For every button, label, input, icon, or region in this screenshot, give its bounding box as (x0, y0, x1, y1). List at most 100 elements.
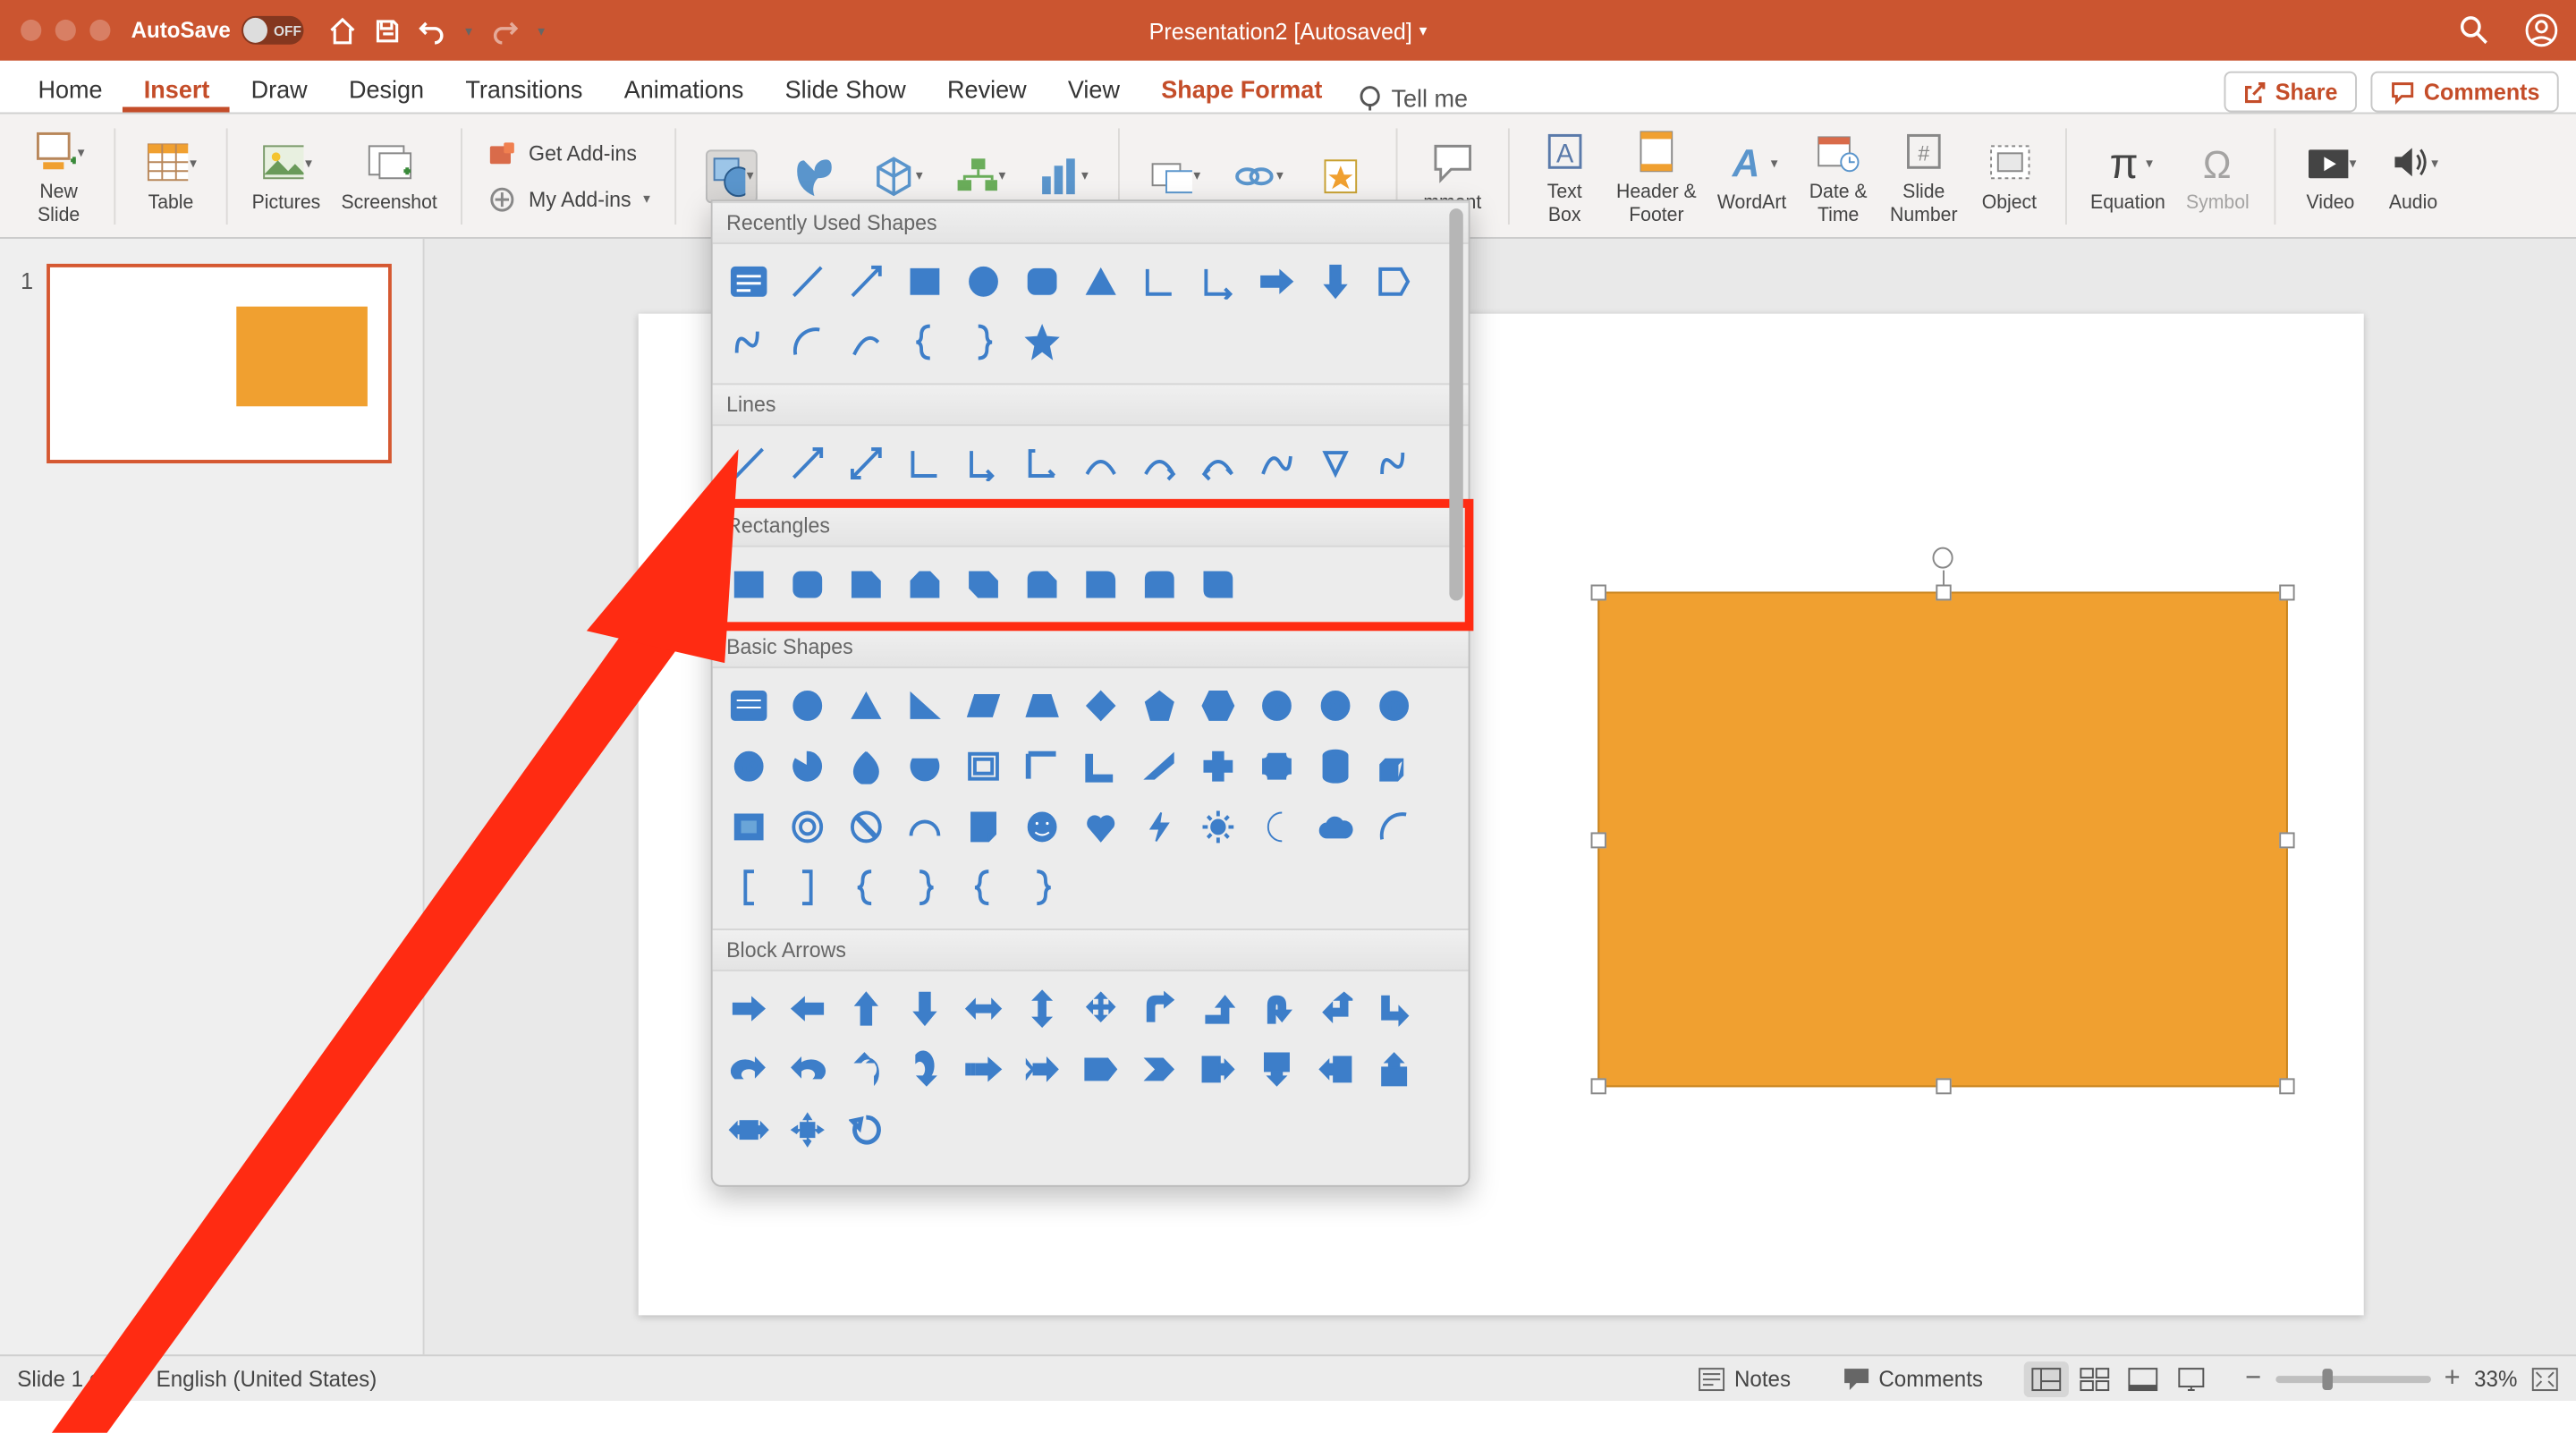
rect-round2-diag[interactable] (1192, 558, 1244, 612)
zoom-button[interactable]: ▾ (1137, 145, 1213, 206)
rect-snip2-same[interactable] (899, 558, 951, 612)
basic-donut[interactable] (782, 801, 834, 854)
basic-hexagon[interactable] (1192, 679, 1244, 733)
screenshot-button[interactable]: Screenshot (335, 132, 445, 218)
slideshow-view-button[interactable] (2169, 1361, 2214, 1396)
line-elbow[interactable] (899, 437, 951, 490)
zoom-in-button[interactable]: + (2445, 1362, 2461, 1395)
rect-round2-same[interactable] (1133, 558, 1185, 612)
tab-shape-format[interactable]: Shape Format (1140, 68, 1343, 113)
undo-dropdown[interactable]: ▾ (465, 22, 472, 38)
search-icon[interactable] (2459, 14, 2490, 47)
sb-comments-button[interactable]: Comments (1832, 1362, 1993, 1395)
basic-oval[interactable] (782, 679, 834, 733)
basic-heart[interactable] (1075, 801, 1127, 854)
basic-octagon[interactable]: 8 (1309, 679, 1361, 733)
line-curve-tool[interactable] (1251, 437, 1303, 490)
zoom-percent[interactable]: 33% (2474, 1366, 2517, 1391)
basic-triangle[interactable] (840, 679, 892, 733)
slide-thumbnail-1[interactable]: 1 (21, 264, 402, 463)
shape-elbow[interactable] (1133, 255, 1185, 309)
notes-button[interactable]: Notes (1688, 1362, 1801, 1395)
arrow-callout-quad[interactable] (782, 1103, 834, 1157)
basic-teardrop[interactable] (840, 740, 892, 793)
rect-snip1[interactable] (840, 558, 892, 612)
basic-sun[interactable] (1192, 801, 1244, 854)
smartart-button[interactable]: ▾ (942, 145, 1018, 206)
arrow-bent-up[interactable] (1192, 982, 1244, 1036)
arrow-curved-down[interactable] (899, 1043, 951, 1097)
line-elbow-arrow[interactable] (958, 437, 1010, 490)
dropdown-scrollbar[interactable] (1447, 208, 1464, 1178)
header-footer-button[interactable]: Header & Footer (1609, 122, 1703, 229)
redo-icon[interactable] (489, 17, 519, 44)
basic-can[interactable] (1309, 740, 1361, 793)
chart-button[interactable]: ▾ (1024, 145, 1100, 206)
basic-plaque[interactable] (1251, 740, 1303, 793)
slide-counter[interactable]: Slide 1 of 1 (17, 1366, 125, 1391)
tab-transitions[interactable]: Transitions (445, 68, 603, 113)
shape-oval[interactable] (958, 255, 1010, 309)
basic-pentagon[interactable] (1133, 679, 1185, 733)
reading-view-button[interactable] (2121, 1361, 2165, 1396)
basic-trapezoid[interactable] (1016, 679, 1068, 733)
basic-right-triangle[interactable] (899, 679, 951, 733)
icons-button[interactable] (776, 145, 852, 206)
video-button[interactable]: ▾Video (2292, 132, 2368, 218)
comments-button[interactable]: Comments (2370, 72, 2559, 113)
line-curved-double[interactable] (1192, 437, 1244, 490)
basic-brace-both-r[interactable] (1016, 861, 1068, 914)
arrow-quad[interactable] (1075, 982, 1127, 1036)
basic-frame[interactable] (958, 740, 1010, 793)
arrow-chevron[interactable] (1133, 1043, 1185, 1097)
shape-flowchart[interactable] (1368, 255, 1420, 309)
shape-line[interactable] (782, 255, 834, 309)
shape-rectangle[interactable] (899, 255, 951, 309)
audio-button[interactable]: ▾Audio (2376, 132, 2452, 218)
action-button[interactable] (1302, 145, 1378, 206)
shape-triangle[interactable] (1075, 255, 1127, 309)
rect-rounded[interactable] (782, 558, 834, 612)
equation-button[interactable]: π▾Equation (2083, 132, 2172, 218)
shape-scribble[interactable] (723, 316, 775, 369)
basic-smiley[interactable] (1016, 801, 1068, 854)
date-time-button[interactable]: Date & Time (1801, 122, 1877, 229)
account-icon[interactable] (2524, 13, 2559, 48)
line-double-arrow[interactable] (840, 437, 892, 490)
slide-number-button[interactable]: #Slide Number (1883, 122, 1964, 229)
tab-slide-show[interactable]: Slide Show (764, 68, 926, 113)
normal-view-button[interactable] (2024, 1361, 2069, 1396)
arrow-right[interactable] (723, 982, 775, 1036)
basic-diamond[interactable] (1075, 679, 1127, 733)
table-button[interactable]: ▾ Table (133, 132, 209, 218)
basic-dodecagon[interactable]: 12 (723, 740, 775, 793)
basic-lightning[interactable] (1133, 801, 1185, 854)
autosave-toggle[interactable]: AutoSave OFF (131, 16, 303, 45)
basic-lshape[interactable] (1075, 740, 1127, 793)
resize-handle-bl[interactable] (1590, 1078, 1606, 1094)
rect-snip-round[interactable] (1016, 558, 1068, 612)
arrow-leftup[interactable] (1309, 982, 1361, 1036)
line-elbow-double[interactable] (1016, 437, 1068, 490)
rect-round1[interactable] (1075, 558, 1127, 612)
arrow-up[interactable] (840, 982, 892, 1036)
tab-design[interactable]: Design (328, 68, 445, 113)
basic-cloud[interactable] (1309, 801, 1361, 854)
line-scribble[interactable] (1368, 437, 1420, 490)
basic-bracket-l[interactable] (723, 861, 775, 914)
basic-no[interactable] (840, 801, 892, 854)
basic-moon[interactable] (1251, 801, 1303, 854)
resize-handle-br[interactable] (2278, 1078, 2293, 1094)
tab-insert[interactable]: Insert (123, 68, 231, 113)
save-icon[interactable] (374, 17, 400, 44)
arrow-callout-u[interactable] (1368, 1043, 1420, 1097)
arrow-callout-r[interactable] (1192, 1043, 1244, 1097)
basic-parallelogram[interactable] (958, 679, 1010, 733)
basic-pie[interactable] (782, 740, 834, 793)
arrow-striped[interactable] (958, 1043, 1010, 1097)
basic-chord[interactable] (899, 740, 951, 793)
arrow-callout-d[interactable] (1251, 1043, 1303, 1097)
home-icon[interactable] (327, 15, 357, 46)
basic-brace-l[interactable] (840, 861, 892, 914)
arrow-circular[interactable] (840, 1103, 892, 1157)
